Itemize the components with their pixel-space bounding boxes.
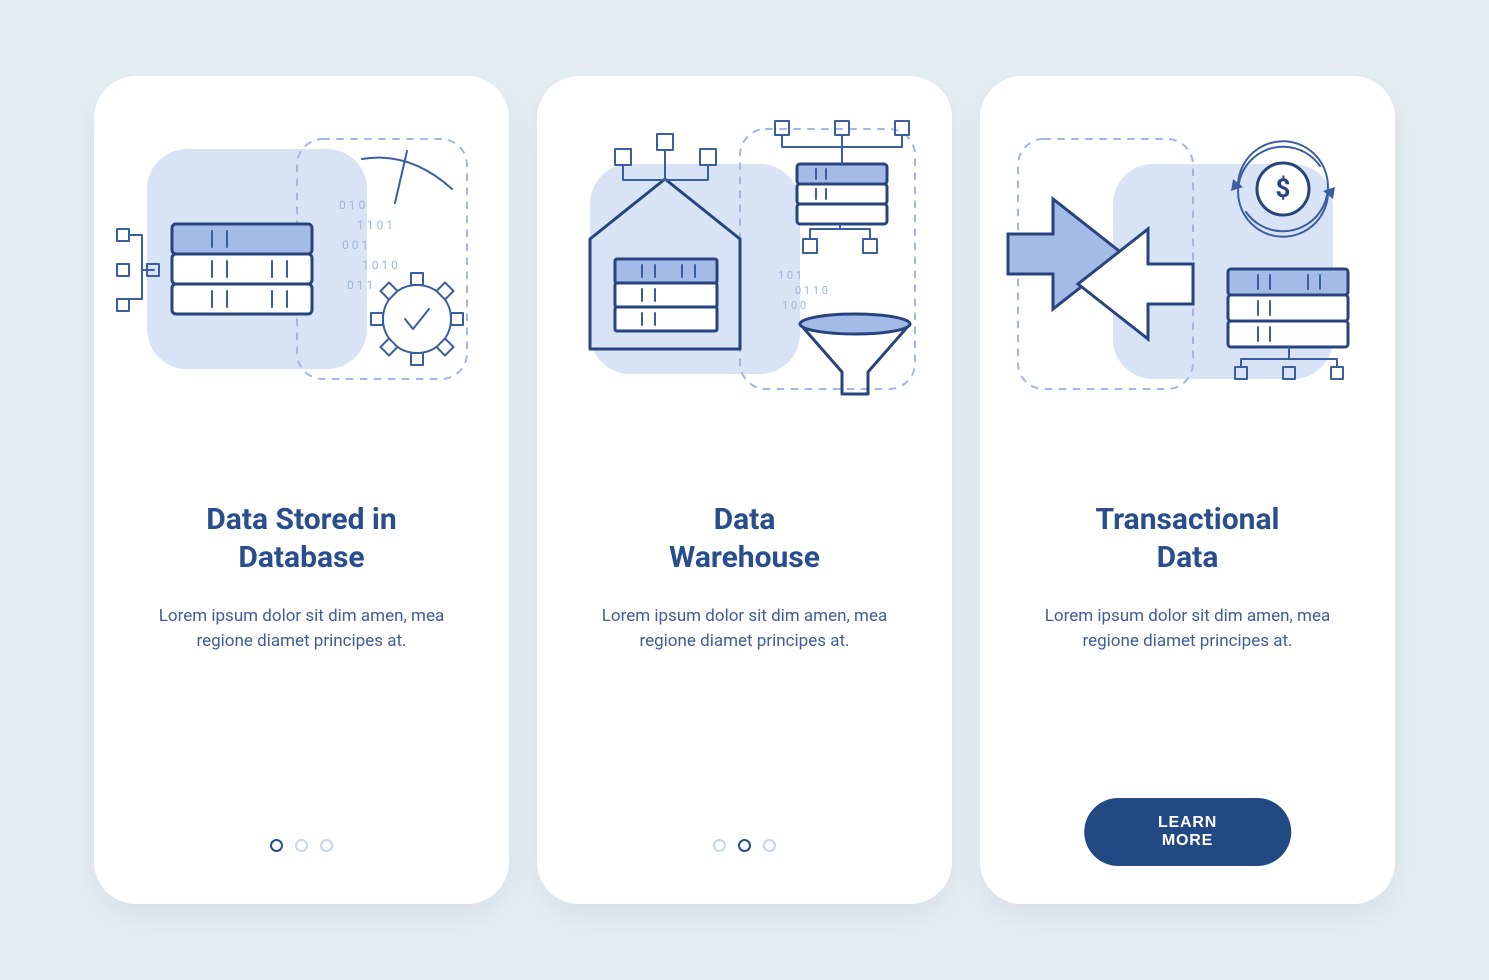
svg-text:0 0 1: 0 0 1 [342, 238, 368, 252]
card-title: Data Warehouse [629, 501, 860, 576]
transaction-icon: $ [1003, 109, 1373, 409]
illustration-warehouse: 1 0 1 0 1 1 0 1 0 0 [537, 76, 952, 441]
svg-text:1 0 1 0: 1 0 1 0 [362, 258, 398, 272]
card-body: Lorem ipsum dolor sit dim amen, mea regi… [537, 604, 952, 653]
warehouse-icon: 1 0 1 0 1 1 0 1 0 0 [560, 109, 930, 409]
onboarding-card-3: $ Transactional Data Lorem ipsum dolor s… [980, 76, 1395, 904]
svg-text:0 1 1: 0 1 1 [347, 278, 373, 292]
onboarding-card-2: 1 0 1 0 1 1 0 1 0 0 Data Warehouse Lorem… [537, 76, 952, 904]
card-body: Lorem ipsum dolor sit dim amen, mea regi… [94, 604, 509, 653]
onboarding-card-1: 0 1 0 1 1 0 1 0 0 1 1 0 1 0 0 1 1 [94, 76, 509, 904]
svg-text:1 0 1: 1 0 1 [778, 269, 802, 282]
learn-more-button[interactable]: LEARN MORE [1084, 798, 1292, 866]
pager-dot-2[interactable] [295, 839, 308, 852]
page-indicator [537, 839, 952, 852]
card-title: Data Stored in Database [166, 501, 436, 576]
svg-text:0 1 1 0: 0 1 1 0 [795, 284, 828, 297]
database-icon: 0 1 0 1 1 0 1 0 0 1 1 0 1 0 0 1 1 [117, 109, 487, 409]
card-title: Transactional Data [1056, 501, 1320, 576]
svg-text:1 1 0 1: 1 1 0 1 [357, 218, 393, 232]
pager-dot-1[interactable] [270, 839, 283, 852]
pager-dot-3[interactable] [763, 839, 776, 852]
pager-dot-3[interactable] [320, 839, 333, 852]
page-indicator [94, 839, 509, 852]
svg-text:1 0 0: 1 0 0 [782, 299, 806, 312]
svg-text:$: $ [1275, 174, 1290, 204]
illustration-transactional: $ [980, 76, 1395, 441]
svg-text:0 1 0: 0 1 0 [339, 198, 365, 212]
pager-dot-1[interactable] [713, 839, 726, 852]
card-body: Lorem ipsum dolor sit dim amen, mea regi… [980, 604, 1395, 653]
pager-dot-2[interactable] [738, 839, 751, 852]
illustration-database: 0 1 0 1 1 0 1 0 0 1 1 0 1 0 0 1 1 [94, 76, 509, 441]
